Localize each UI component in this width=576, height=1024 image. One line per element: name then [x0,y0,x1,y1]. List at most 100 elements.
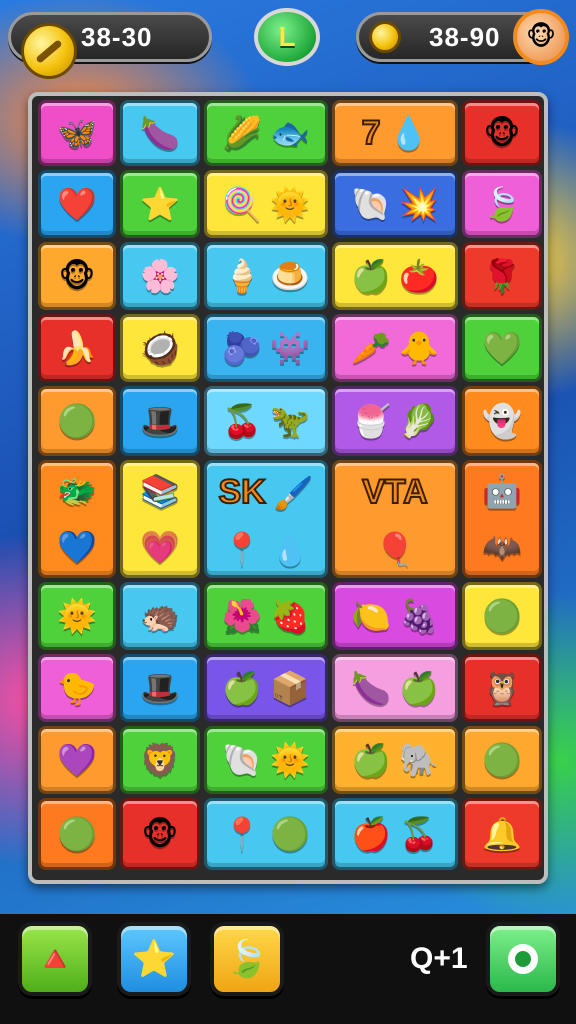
right-score-pill: 38-90 🐵 [356,9,569,65]
board-tile[interactable]: 🐤 [38,654,116,722]
board-tile[interactable]: 🐚 💥 [332,170,458,238]
tile-candy-icon: 🍃 [482,185,522,223]
board-tile[interactable]: 🤖 🦇 [462,460,542,578]
board-tile[interactable]: 🐵 [462,100,542,166]
tile-candy-icon: 📍 [222,815,262,853]
monkey-avatar-icon[interactable]: 🐵 [513,9,569,65]
board-tile[interactable]: 🍌 [38,314,116,382]
board-tile[interactable]: 🦁 [120,726,200,794]
tile-candy-icon: 🌹 [482,257,522,295]
board-tile[interactable]: 🥕 🐥 [332,314,458,382]
board-tile[interactable]: 👻 [462,386,542,456]
tile-candy-icon: 👾 [270,329,310,367]
tile-text: 7 [361,113,382,153]
board-tile[interactable]: 🍆 🍏 [332,654,458,722]
board-tile[interactable]: 🍋 🍇 [332,582,458,650]
board-tile[interactable]: 🐚 🌞 [204,726,328,794]
tile-candy-icon: 🐤 [57,669,97,707]
tile-candy-icon: 🍌 [57,329,97,367]
board-tile[interactable]: ❤️ [38,170,116,238]
tile-candy-icon: 🐲 [57,472,97,510]
tile-candy-icon: 📚 [140,472,180,510]
tile-candy-icon: 🖌️ [273,473,314,512]
board-tile[interactable]: 🍏 🐘 [332,726,458,794]
board-tile[interactable]: 📚 💗 [120,460,200,578]
board-tile[interactable]: 💜 [38,726,116,794]
board-tile[interactable]: 🟢 [462,726,542,794]
arrow-button[interactable]: 🔺 [18,922,92,996]
board-tile[interactable]: 🟢 [462,582,542,650]
tile-candy-icon: 💧 [388,114,429,152]
tile-candy-icon: 🟢 [57,815,97,853]
level-badge[interactable]: L [254,8,320,66]
tile-candy-icon: 💜 [57,741,97,779]
board-tile[interactable]: 🦋 [38,100,116,166]
tile-candy-icon: 🌞 [270,185,310,223]
tile-candy-icon: 🍮 [270,257,310,295]
board-tile[interactable]: 🍃 [462,170,542,238]
board-tile[interactable]: 🍦 🍮 [204,242,328,310]
board-tile[interactable]: 🍒 🦖 [204,386,328,456]
board-tile[interactable]: 🍆 [120,100,200,166]
confirm-button[interactable] [486,922,560,996]
board-tile[interactable]: 🐵 [38,242,116,310]
board-tile[interactable]: 🎩 [120,654,200,722]
tile-candy-icon: 👻 [482,402,522,440]
tile-candy-icon: 🐥 [399,329,439,367]
board-tile[interactable]: VTA 🎈 [332,460,458,578]
board-tile[interactable]: ⭐ [120,170,200,238]
tile-candy-icon: 🍓 [270,597,310,635]
board-tile[interactable]: 🟢 [38,798,116,870]
tile-candy-icon: 🫐 [222,329,262,367]
top-hud: 38-30 L 38-90 🐵 [0,0,576,86]
tile-candy-icon: 🍏 [222,669,262,707]
wrench-coin-icon[interactable] [21,23,77,79]
board-tile[interactable]: 📍 🟢 [204,798,328,870]
tile-candy-icon: 🟢 [57,402,97,440]
board-tile[interactable]: 🍏 📦 [204,654,328,722]
board-tile[interactable]: 7 💧 [332,100,458,166]
board-tile[interactable]: 🦔 [120,582,200,650]
tile-candy-icon: 📦 [270,669,310,707]
right-score: 38-90 [429,22,501,52]
board-tile[interactable]: 🍧 🥬 [332,386,458,456]
board-tile[interactable]: 🥥 [120,314,200,382]
board-tile[interactable]: 🐵 [120,798,200,870]
board-tile[interactable]: 🔔 [462,798,542,870]
star-button[interactable]: ⭐ [117,922,191,996]
tile-candy-icon: 🥕 [351,329,391,367]
board-tile[interactable]: 🍏 🍅 [332,242,458,310]
board-tile[interactable]: 🟢 [38,386,116,456]
leaf-button[interactable]: 🍃 [210,922,284,996]
board-tile[interactable]: 🫐 👾 [204,314,328,382]
tile-candy-icon: 🐘 [399,741,439,779]
board-tile[interactable]: 🌺 🍓 [204,582,328,650]
tile-candy-icon: 🍧 [351,402,391,440]
board-tile[interactable]: SK 🖌️ 📍 💧 [204,460,328,578]
tile-candy-icon: 🍏 [399,669,439,707]
board-tile[interactable]: 💚 [462,314,542,382]
tile-candy-icon: 🦔 [140,597,180,635]
tile-candy-icon: 🦁 [140,741,180,779]
tile-candy-icon: 🐵 [141,815,179,853]
board-tile[interactable]: 🐲 💙 [38,460,116,578]
board-tile[interactable]: 🎩 [120,386,200,456]
board-tile[interactable]: 🍎 🍒 [332,798,458,870]
board-tile[interactable]: 🌹 [462,242,542,310]
tile-candy-icon: 🎩 [140,669,180,707]
tile-candy-icon: 🍦 [222,257,262,295]
tile-candy-icon: 🍇 [399,597,439,635]
game-board: 🦋 🍆 🌽 🐟 7 💧 🐵 ❤️ ⭐ 🍭 🌞 🐚 💥 🍃 🐵 🌸 🍦 🍮 🍏 🍅 🌹 🍌 🥥 🫐 👾 🥕 🐥 💚 🟢 🎩 🍒 🦖 🍧 🥬 👻 🐲 💙 📚 💗… [28,92,548,884]
board-tile[interactable]: 🌽 🐟 [204,100,328,166]
board-tile[interactable]: 🌞 [38,582,116,650]
tile-candy-icon: 🍆 [140,114,180,152]
board-tile[interactable]: 🌸 [120,242,200,310]
board-tile[interactable]: 🦉 [462,654,542,722]
tile-candy-icon: 🥥 [140,329,180,367]
bottom-toolbar: 🔺 ⭐ 🍃 Q+1 [0,914,576,1024]
tile-candy-icon: 🐚 [222,741,262,779]
tile-candy-icon: 🍆 [351,669,391,707]
board-tile[interactable]: 🍭 🌞 [204,170,328,238]
tile-candy-icon: 🤖 [482,472,522,510]
tile-candy-icon: 🍏 [351,741,391,779]
